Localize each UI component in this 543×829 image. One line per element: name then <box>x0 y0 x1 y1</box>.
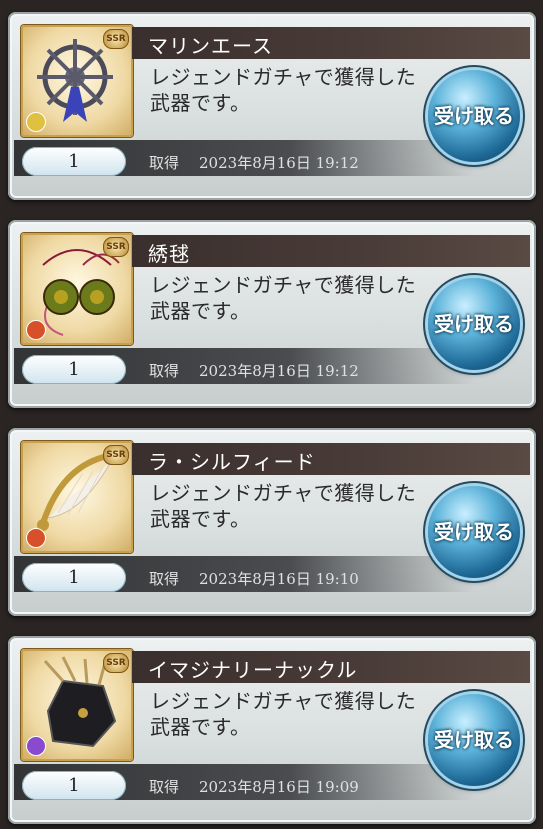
title-bar: イマジナリーナックル <box>132 651 530 683</box>
rarity-badge: SSR <box>103 445 129 465</box>
acquired-date: 2023年8月16日 19:09 <box>199 778 359 796</box>
acquired-info: 取得 2023年8月16日 19:10 <box>149 568 359 589</box>
item-description: レジェンドガチャで獲得した武器です。 <box>150 65 417 115</box>
acquired-info: 取得 2023年8月16日 19:12 <box>149 152 359 173</box>
acquired-date: 2023年8月16日 19:12 <box>199 154 359 172</box>
title-bar: 綉毬 <box>132 235 530 267</box>
weapon-thumbnail: SSR <box>21 441 133 553</box>
rarity-badge: SSR <box>103 29 129 49</box>
claim-button[interactable]: 受け取る <box>428 486 520 578</box>
weapon-thumbnail: SSR <box>21 233 133 345</box>
title-bar: ラ・シルフィード <box>132 443 530 475</box>
item-count: 1 <box>22 563 126 592</box>
element-icon <box>26 736 46 756</box>
element-icon <box>26 528 46 548</box>
acquired-label: 取得 <box>149 778 180 796</box>
reward-card: SSR マリンエース レジェンドガチャで獲得した武器です。 1 取得 2023年8… <box>8 12 536 200</box>
acquired-label: 取得 <box>149 154 180 172</box>
item-count: 1 <box>22 147 126 176</box>
item-name: イマジナリーナックル <box>148 658 358 682</box>
item-description: レジェンドガチャで獲得した武器です。 <box>150 273 417 323</box>
reward-card: SSR イマジナリーナックル レジェンドガチャで獲得した武器です。 1 取得 20… <box>8 636 536 824</box>
item-name: マリンエース <box>148 34 273 58</box>
weapon-thumbnail: SSR <box>21 25 133 137</box>
claim-button[interactable]: 受け取る <box>428 70 520 162</box>
acquired-info: 取得 2023年8月16日 19:09 <box>149 776 359 797</box>
weapon-thumbnail: SSR <box>21 649 133 761</box>
claim-button[interactable]: 受け取る <box>428 278 520 370</box>
title-bar: マリンエース <box>132 27 530 59</box>
rarity-badge: SSR <box>103 237 129 257</box>
acquired-info: 取得 2023年8月16日 19:12 <box>149 360 359 381</box>
item-description: レジェンドガチャで獲得した武器です。 <box>150 689 417 739</box>
reward-card: SSR ラ・シルフィード レジェンドガチャで獲得した武器です。 1 取得 2023… <box>8 428 536 616</box>
acquired-label: 取得 <box>149 570 180 588</box>
reward-list: SSR マリンエース レジェンドガチャで獲得した武器です。 1 取得 2023年8… <box>0 0 543 829</box>
item-count: 1 <box>22 355 126 384</box>
acquired-label: 取得 <box>149 362 180 380</box>
element-icon <box>26 112 46 132</box>
reward-card: SSR 綉毬 レジェンドガチャで獲得した武器です。 1 取得 2023年8月16日… <box>8 220 536 408</box>
item-name: ラ・シルフィード <box>148 450 316 474</box>
item-count: 1 <box>22 771 126 800</box>
element-icon <box>26 320 46 340</box>
rarity-badge: SSR <box>103 653 129 673</box>
acquired-date: 2023年8月16日 19:10 <box>199 570 359 588</box>
acquired-date: 2023年8月16日 19:12 <box>199 362 359 380</box>
item-description: レジェンドガチャで獲得した武器です。 <box>150 481 417 531</box>
item-name: 綉毬 <box>148 242 190 266</box>
claim-button[interactable]: 受け取る <box>428 694 520 786</box>
